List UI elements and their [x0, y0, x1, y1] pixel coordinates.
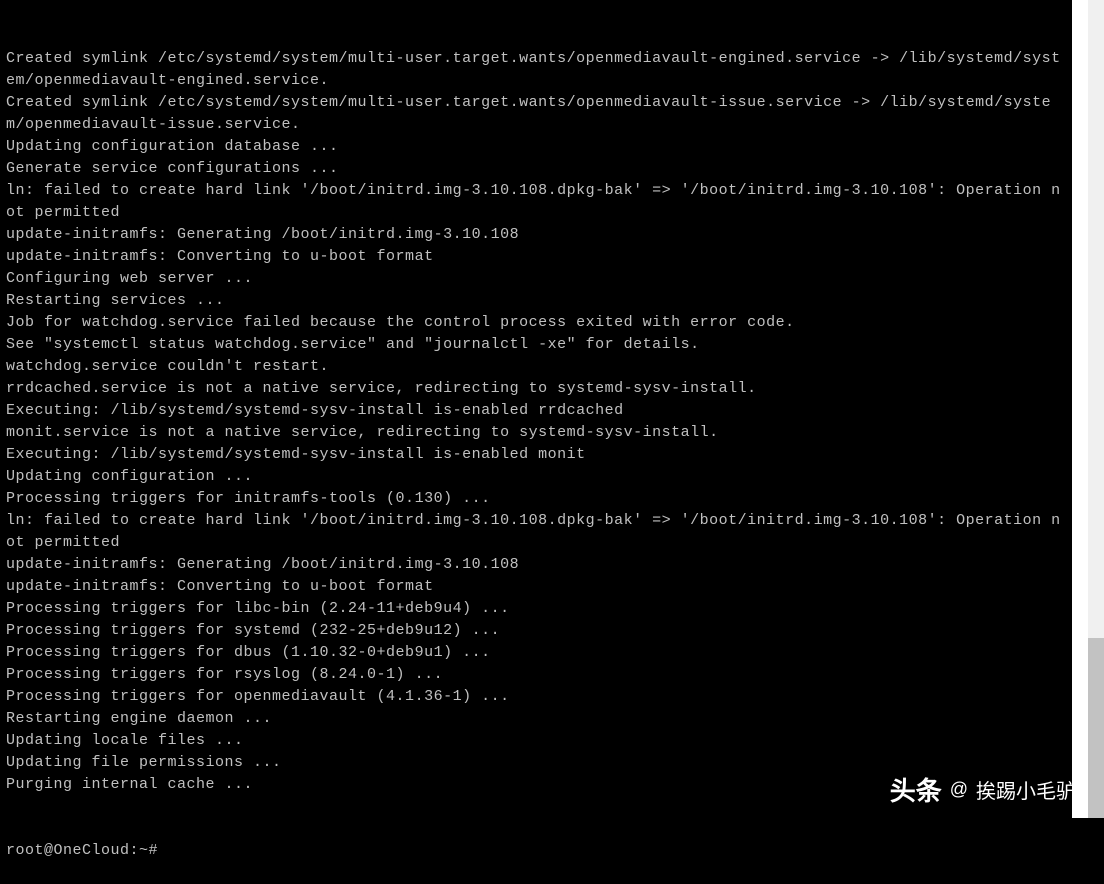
terminal-line: rrdcached.service is not a native servic… [6, 378, 1066, 400]
terminal-line: Processing triggers for systemd (232-25+… [6, 620, 1066, 642]
terminal-line: Executing: /lib/systemd/systemd-sysv-ins… [6, 444, 1066, 466]
terminal-line: Processing triggers for libc-bin (2.24-1… [6, 598, 1066, 620]
terminal-line: Executing: /lib/systemd/systemd-sysv-ins… [6, 400, 1066, 422]
terminal-line: Updating locale files ... [6, 730, 1066, 752]
terminal-line: ln: failed to create hard link '/boot/in… [6, 180, 1066, 224]
shell-prompt-line[interactable]: root@OneCloud:~# [6, 840, 1066, 862]
watermark-logo-text: 头条 [890, 771, 942, 808]
terminal-line: Processing triggers for dbus (1.10.32-0+… [6, 642, 1066, 664]
watermark-at: @ [950, 779, 968, 800]
terminal-line: update-initramfs: Converting to u-boot f… [6, 246, 1066, 268]
scrollbar-track[interactable] [1088, 0, 1104, 818]
terminal-line: Job for watchdog.service failed because … [6, 312, 1066, 334]
watermark: 头条 @ 挨踢小毛驴 [890, 771, 1076, 808]
terminal-line: Created symlink /etc/systemd/system/mult… [6, 92, 1066, 136]
terminal-line: Processing triggers for rsyslog (8.24.0-… [6, 664, 1066, 686]
terminal-line: See "systemctl status watchdog.service" … [6, 334, 1066, 356]
terminal-line: Generate service configurations ... [6, 158, 1066, 180]
terminal-line: Restarting services ... [6, 290, 1066, 312]
shell-prompt: root@OneCloud:~# [6, 840, 168, 862]
terminal-line: Configuring web server ... [6, 268, 1066, 290]
terminal-line: Updating configuration ... [6, 466, 1066, 488]
terminal-line: Processing triggers for initramfs-tools … [6, 488, 1066, 510]
terminal-line: update-initramfs: Generating /boot/initr… [6, 554, 1066, 576]
terminal-line: update-initramfs: Generating /boot/initr… [6, 224, 1066, 246]
terminal-line: Restarting engine daemon ... [6, 708, 1066, 730]
watermark-logo: 头条 [890, 771, 942, 808]
terminal-line: Created symlink /etc/systemd/system/mult… [6, 48, 1066, 92]
terminal-line: ln: failed to create hard link '/boot/in… [6, 510, 1066, 554]
terminal-line: Updating configuration database ... [6, 136, 1066, 158]
scrollbar-thumb[interactable] [1088, 638, 1104, 818]
watermark-username: 挨踢小毛驴 [976, 775, 1076, 804]
terminal-output[interactable]: Created symlink /etc/systemd/system/mult… [0, 0, 1088, 818]
terminal-line: monit.service is not a native service, r… [6, 422, 1066, 444]
terminal-line: update-initramfs: Converting to u-boot f… [6, 576, 1066, 598]
terminal-line: watchdog.service couldn't restart. [6, 356, 1066, 378]
terminal-line: Processing triggers for openmediavault (… [6, 686, 1066, 708]
